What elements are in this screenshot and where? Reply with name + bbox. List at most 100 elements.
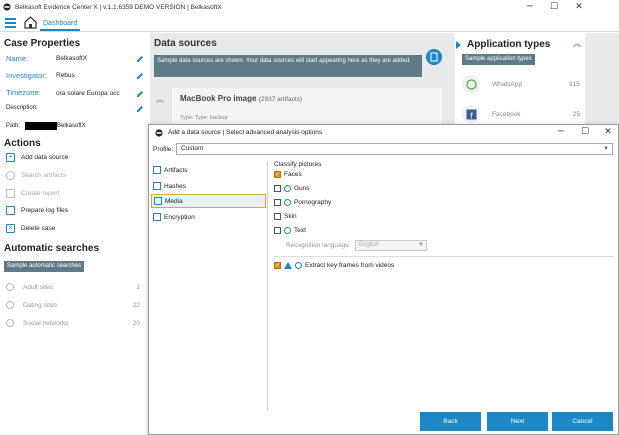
auto-search-label: Dating sites bbox=[23, 301, 57, 309]
delete-case-action[interactable]: × Delete case bbox=[6, 224, 55, 233]
dialog-maximize-button[interactable]: ☐ bbox=[573, 125, 597, 140]
skin-checkbox[interactable] bbox=[274, 213, 281, 220]
auto-search-count: 22 bbox=[132, 301, 140, 309]
skin-option[interactable]: Skin bbox=[274, 213, 297, 220]
app-type-row[interactable]: WhatsApp 315 bbox=[462, 73, 580, 95]
report-icon bbox=[6, 189, 15, 198]
nav-hashes-label: Hashes bbox=[164, 182, 187, 190]
encryption-icon bbox=[153, 213, 161, 221]
edit-name-pencil-icon[interactable] bbox=[136, 55, 144, 63]
search-artifacts-action[interactable]: Search artifacts bbox=[6, 171, 66, 180]
faces-option[interactable]: ✓ Faces bbox=[274, 171, 302, 178]
extract-key-frames-option[interactable]: ✓ Extract key frames from videos bbox=[274, 262, 394, 269]
chevron-down-icon: ▼ bbox=[603, 146, 609, 152]
search-artifacts-label: Search artifacts bbox=[21, 172, 67, 179]
app-type-row[interactable]: f Facebook 25 bbox=[462, 103, 580, 125]
sample-automatic-searches-tag: Sample automatic searches bbox=[4, 261, 85, 272]
tab-dashboard[interactable]: Dashboard bbox=[40, 17, 81, 31]
auto-search-count: 2 bbox=[136, 283, 140, 291]
auto-search-item[interactable]: Adult sites 2 bbox=[6, 283, 140, 291]
extract-key-frames-checkbox[interactable]: ✓ bbox=[274, 262, 281, 269]
nav-hashes[interactable]: Hashes bbox=[151, 179, 266, 193]
add-data-source-button[interactable] bbox=[426, 49, 442, 65]
search-icon bbox=[6, 283, 14, 291]
maximize-button[interactable]: ☐ bbox=[541, 0, 567, 14]
clock-icon bbox=[284, 227, 291, 234]
dialog-minimize-button[interactable]: ─ bbox=[549, 125, 573, 140]
window-title: Belkasoft Evidence Center X | v.1.1.6359… bbox=[15, 3, 222, 11]
cancel-button[interactable]: Cancel bbox=[552, 412, 613, 431]
faces-label: Faces bbox=[284, 171, 302, 178]
guns-option[interactable]: Guns bbox=[274, 185, 310, 192]
data-sources-heading: Data sources bbox=[154, 38, 217, 49]
app-type-count: 315 bbox=[569, 80, 580, 88]
back-button[interactable]: Back bbox=[420, 412, 481, 431]
plus-icon: + bbox=[6, 153, 15, 162]
expand-triangle-icon[interactable] bbox=[456, 41, 461, 49]
profile-value: Custom bbox=[181, 145, 204, 152]
skin-label: Skin bbox=[284, 213, 297, 220]
pornography-checkbox[interactable] bbox=[274, 199, 281, 206]
path-label: Path: bbox=[6, 123, 21, 129]
next-button[interactable]: Next bbox=[487, 412, 548, 431]
add-data-source-dialog: Add a data source | Select advanced anal… bbox=[148, 124, 619, 435]
chevron-down-icon: ▼ bbox=[418, 242, 424, 248]
actions-heading: Actions bbox=[4, 138, 41, 149]
data-sources-panel: Data sources Sample data sources are sho… bbox=[150, 33, 455, 133]
warning-icon bbox=[284, 262, 292, 269]
dialog-close-button[interactable]: ✕ bbox=[596, 125, 619, 140]
investigator-label: Investigator: bbox=[6, 71, 47, 80]
description-label: Description: bbox=[6, 105, 38, 111]
name-value: BelkasoftX bbox=[56, 55, 88, 62]
prepare-log-files-action[interactable]: Prepare log files bbox=[6, 206, 68, 215]
auto-search-item[interactable]: Dating sites 22 bbox=[6, 301, 140, 309]
profile-select[interactable]: Custom ▼ bbox=[176, 143, 613, 155]
edit-investigator-pencil-icon[interactable] bbox=[136, 72, 144, 80]
timezone-value: ora solare Europa occ bbox=[56, 90, 120, 97]
pornography-option[interactable]: Pornography bbox=[274, 199, 331, 206]
recognition-language-value: English bbox=[359, 242, 379, 248]
nav-encryption[interactable]: Encryption bbox=[151, 210, 266, 224]
data-sources-banner: Sample data sources are shown. Your data… bbox=[154, 55, 422, 77]
search-icon bbox=[6, 319, 14, 327]
create-report-action[interactable]: Create report bbox=[6, 189, 59, 198]
nav-encryption-label: Encryption bbox=[164, 213, 195, 221]
search-icon bbox=[6, 301, 14, 309]
nav-artifacts-label: Artifacts bbox=[164, 166, 188, 174]
svg-text:f: f bbox=[470, 111, 473, 120]
auto-search-count: 20 bbox=[132, 319, 140, 327]
minimize-button[interactable]: ─ bbox=[517, 0, 543, 14]
data-source-artifact-count: (2937 artifacts) bbox=[258, 96, 303, 103]
collapse-chevron-icon[interactable]: ︽ bbox=[156, 94, 166, 108]
path-redaction bbox=[25, 122, 57, 130]
home-icon[interactable] bbox=[24, 16, 37, 29]
guns-checkbox[interactable] bbox=[274, 185, 281, 192]
nav-artifacts[interactable]: Artifacts bbox=[151, 163, 266, 177]
search-icon bbox=[6, 171, 15, 180]
pornography-label: Pornography bbox=[294, 199, 332, 206]
auto-search-label: Social networks bbox=[23, 319, 69, 327]
add-data-source-action[interactable]: + Add data source bbox=[6, 153, 68, 162]
text-checkbox[interactable] bbox=[274, 227, 281, 234]
collapse-chevron-icon[interactable]: ︽ bbox=[573, 38, 581, 49]
nav-media[interactable]: Media bbox=[151, 194, 266, 208]
auto-search-item[interactable]: Social networks 20 bbox=[6, 319, 140, 327]
text-option[interactable]: Text bbox=[274, 227, 306, 234]
edit-description-pencil-icon[interactable] bbox=[136, 105, 144, 113]
nav-bar: Dashboard bbox=[0, 14, 619, 32]
extract-key-frames-label: Extract key frames from videos bbox=[305, 262, 395, 269]
faces-checkbox[interactable]: ✓ bbox=[274, 171, 281, 178]
close-button[interactable]: ✕ bbox=[566, 0, 592, 14]
right-edge-area bbox=[585, 33, 619, 133]
clock-icon bbox=[284, 185, 291, 192]
clock-icon bbox=[295, 262, 302, 269]
artifacts-icon bbox=[153, 166, 161, 174]
sample-application-types-tag: Sample application types bbox=[462, 54, 535, 65]
prepare-log-files-label: Prepare log files bbox=[21, 207, 68, 214]
edit-timezone-pencil-icon[interactable] bbox=[136, 90, 144, 98]
hamburger-menu-icon[interactable] bbox=[5, 18, 16, 28]
recognition-language-select[interactable]: English ▼ bbox=[355, 240, 427, 251]
timezone-label: Timezone: bbox=[6, 88, 41, 97]
delete-icon: × bbox=[6, 224, 15, 233]
classify-pictures-title: Classify pictures bbox=[274, 161, 322, 168]
